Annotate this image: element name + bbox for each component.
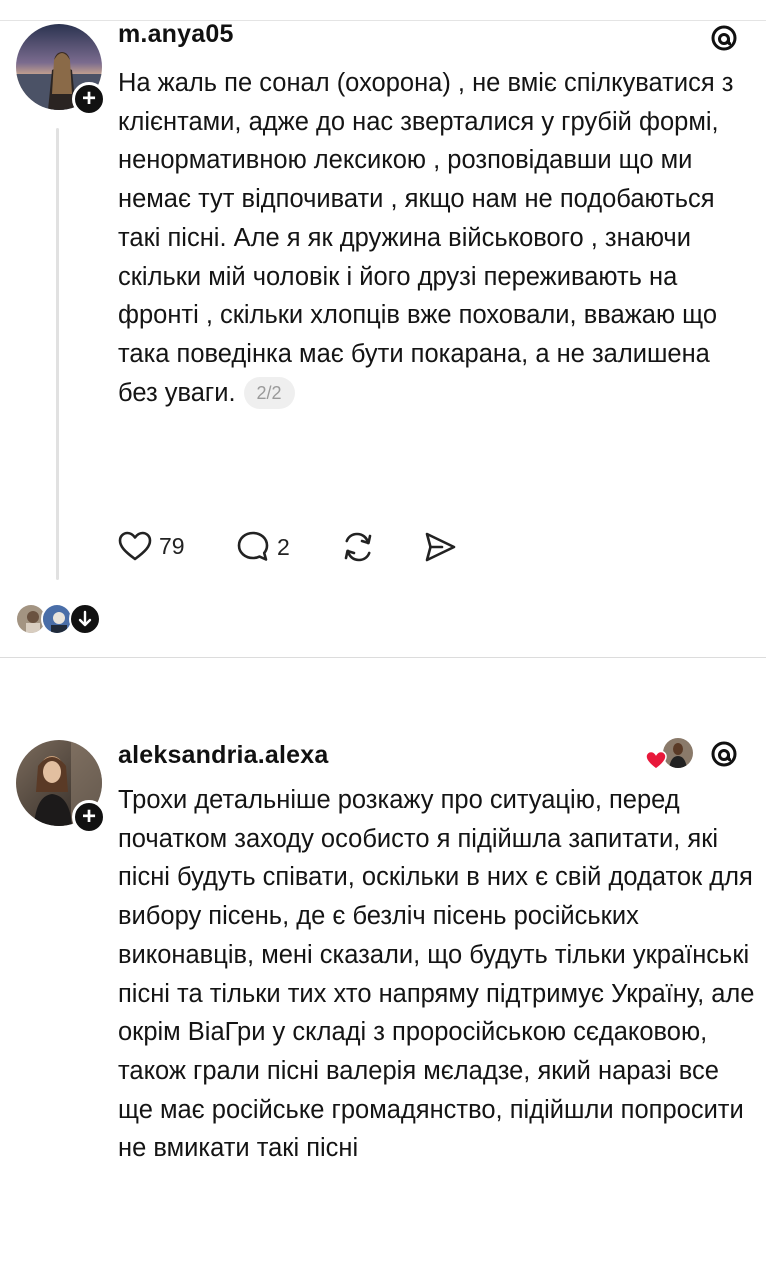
follow-plus-icon[interactable]: + — [72, 82, 106, 116]
heart-filled-icon — [645, 750, 667, 770]
heart-outline-icon — [118, 531, 152, 561]
threads-logo-icon[interactable] — [708, 738, 740, 770]
speech-bubble-icon — [237, 531, 269, 561]
threads-logo-icon[interactable] — [708, 22, 740, 54]
reply-avatars[interactable] — [15, 603, 105, 637]
send-paper-plane-icon — [425, 532, 456, 562]
author-mini-avatar — [663, 738, 693, 768]
post-divider — [0, 657, 766, 658]
like-count: 79 — [159, 532, 185, 559]
follow-plus-icon[interactable]: + — [72, 800, 106, 834]
share-button[interactable] — [422, 530, 458, 564]
post-text: На жаль пе сонал (охорона) , не вміє спі… — [118, 64, 748, 412]
like-button[interactable]: 79 — [118, 530, 185, 562]
comment-count: 2 — [277, 533, 290, 560]
username[interactable]: aleksandria.alexa — [118, 741, 329, 770]
comment-button[interactable]: 2 — [236, 530, 290, 564]
post-text: Трохи детальніше розкажу про ситуацію, п… — [118, 786, 755, 1163]
username[interactable]: m.anya05 — [118, 20, 234, 49]
expand-replies-icon[interactable] — [69, 603, 101, 635]
thread-line — [56, 128, 59, 580]
page-indicator: 2/2 — [243, 376, 295, 409]
top-divider — [0, 20, 766, 21]
repost-arrows-icon — [344, 532, 372, 562]
post-text-body: На жаль пе сонал (охорона) , не вміє спі… — [118, 69, 734, 407]
repost-button[interactable] — [340, 530, 376, 564]
author-liked-indicator — [645, 738, 695, 772]
